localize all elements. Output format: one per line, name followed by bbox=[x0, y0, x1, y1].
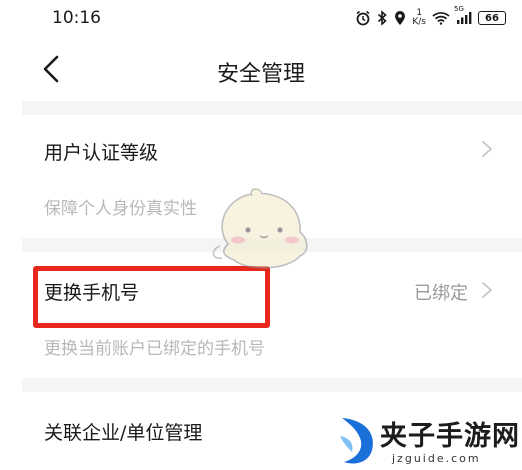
watermark-logo-icon bbox=[340, 418, 373, 464]
alarm-icon bbox=[355, 10, 371, 26]
nav-bar: 安全管理 bbox=[0, 40, 522, 98]
settings-item-subtitle: 保障个人身份真实性 bbox=[44, 199, 197, 219]
chevron-right-icon bbox=[482, 282, 492, 298]
bluetooth-icon bbox=[377, 10, 388, 26]
settings-item-title: 用户认证等级 bbox=[44, 142, 159, 164]
page-title: 安全管理 bbox=[216, 62, 305, 87]
watermark-url: jzguide.com bbox=[392, 452, 481, 465]
watermark-site-name: 夹子手游网 bbox=[380, 421, 520, 452]
mascot-watermark-image bbox=[212, 188, 308, 269]
battery-icon: 66 bbox=[478, 11, 506, 25]
location-icon bbox=[394, 10, 406, 26]
signal-icon: 5G bbox=[454, 5, 472, 25]
highlight-annotation-box bbox=[33, 266, 270, 328]
wifi-icon bbox=[432, 11, 450, 25]
status-icons: 1 K/s 5G 66 bbox=[355, 5, 506, 27]
site-watermark: 夹子手游网 jzguide.com bbox=[336, 412, 522, 470]
status-bar: 10:16 1 K/s 5G 66 bbox=[0, 0, 522, 38]
settings-item-title: 关联企业/单位管理 bbox=[44, 422, 203, 444]
section-divider bbox=[22, 101, 522, 115]
chevron-right-icon bbox=[482, 141, 492, 157]
status-time: 10:16 bbox=[52, 8, 101, 28]
bound-status-value: 已绑定 bbox=[414, 283, 468, 304]
section-divider bbox=[22, 378, 522, 392]
network-speed: 1 K/s bbox=[412, 9, 426, 27]
settings-item-subtitle: 更换当前账户已绑定的手机号 bbox=[44, 339, 265, 359]
network-type-label: 5G bbox=[454, 5, 464, 13]
network-speed-unit: K/s bbox=[412, 17, 426, 27]
